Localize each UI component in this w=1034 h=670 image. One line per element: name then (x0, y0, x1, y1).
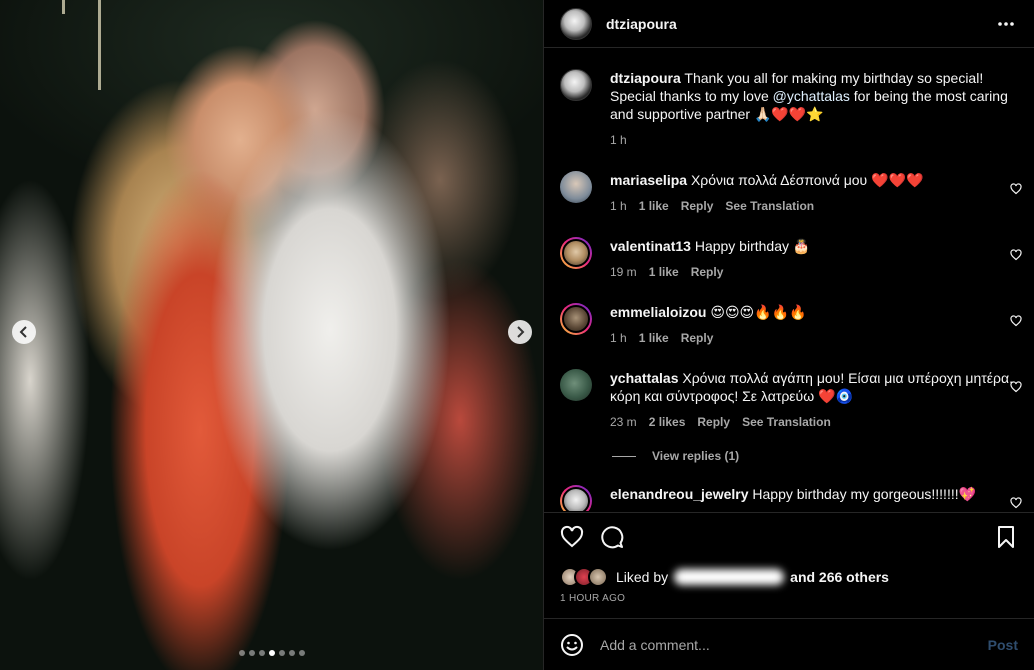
comment-timestamp[interactable]: 19 m (610, 263, 637, 281)
carousel-dot (248, 650, 255, 656)
redacted-username (674, 569, 785, 585)
carousel-dot (298, 650, 305, 656)
see-translation-button[interactable]: See Translation (742, 413, 831, 431)
post-side-panel: dtziapoura dtziapoura Thank you all for … (543, 0, 1034, 670)
more-icon (998, 21, 1014, 26)
likes-count-link[interactable]: and 266 others (790, 569, 889, 585)
comment-likes-count[interactable]: 1 like (639, 197, 669, 215)
reply-button[interactable]: Reply (681, 329, 714, 347)
author-avatar[interactable] (560, 7, 592, 40)
carousel-indicator (0, 650, 543, 656)
like-comment-heart-icon[interactable] (1010, 381, 1022, 393)
string-light (98, 0, 101, 90)
likes-summary[interactable]: Liked by and 266 others (560, 567, 1018, 587)
view-replies-button[interactable]: View replies (1) (612, 449, 739, 463)
commenter-avatar[interactable] (560, 485, 592, 511)
post-header: dtziapoura (544, 0, 1034, 48)
comment-username[interactable]: valentinat13 (610, 238, 691, 254)
comment: mariaselipa Χρόνια πολλά Δέσποινά μου ❤️… (560, 171, 1022, 215)
comment-text: 😍😍😍🔥🔥🔥 (710, 304, 807, 320)
emoji-icon[interactable] (560, 633, 584, 657)
comment-username[interactable]: ychattalas (610, 370, 678, 386)
caption-username[interactable]: dtziapoura (610, 70, 681, 86)
carousel-dot (258, 650, 265, 656)
reply-button[interactable]: Reply (681, 197, 714, 215)
comment-likes-count[interactable]: 2 likes (649, 413, 686, 431)
see-translation-button[interactable]: See Translation (725, 197, 814, 215)
save-bookmark-icon[interactable] (994, 525, 1018, 549)
string-light (62, 0, 65, 14)
carousel-dot (278, 650, 285, 656)
comment-text: Happy birthday my gorgeous!!!!!!!💖 (752, 486, 977, 502)
comment-username[interactable]: elenandreou_jewelry (610, 486, 749, 502)
carousel-dot (288, 650, 295, 656)
like-comment-heart-icon[interactable] (1010, 249, 1022, 261)
liker-avatar (588, 567, 608, 587)
next-photo-button[interactable] (508, 320, 532, 344)
comment-timestamp[interactable]: 1 h (610, 329, 627, 347)
comment-text: Χρόνια πολλά Δέσποινά μου ❤️❤️❤️ (690, 172, 924, 188)
carousel-dot (268, 650, 275, 656)
comment: ychattalas Χρόνια πολλά αγάπη μου! Είσαι… (560, 369, 1022, 431)
carousel-dot (238, 650, 245, 656)
post-comment-button[interactable]: Post (988, 637, 1018, 653)
liker-avatars (560, 567, 608, 587)
comment-username[interactable]: mariaselipa (610, 172, 687, 188)
comment-text: Happy birthday 🎂 (694, 238, 811, 254)
post-actions: Liked by and 266 others 1 HOUR AGO (544, 512, 1034, 604)
comments-list[interactable]: dtziapoura Thank you all for making my b… (544, 49, 1034, 511)
view-replies-line (612, 455, 636, 457)
like-comment-heart-icon[interactable] (1010, 315, 1022, 327)
comment: valentinat13 Happy birthday 🎂 19 m 1 lik… (560, 237, 1022, 281)
author-username[interactable]: dtziapoura (606, 16, 994, 32)
commenter-avatar[interactable] (560, 171, 592, 203)
caption-timestamp[interactable]: 1 h (610, 131, 627, 149)
post-photo[interactable] (0, 0, 543, 670)
chevron-left-icon (19, 326, 27, 338)
comment-timestamp[interactable]: 23 m (610, 413, 637, 431)
comment: elenandreou_jewelry Happy birthday my go… (560, 485, 1022, 511)
reply-button[interactable]: Reply (691, 263, 724, 281)
comment-likes-count[interactable]: 1 like (649, 263, 679, 281)
view-replies-label: View replies (1) (652, 449, 740, 463)
more-options-button[interactable] (994, 12, 1018, 36)
comment: emmelialoizou 😍😍😍🔥🔥🔥 1 h 1 like Reply (560, 303, 1022, 347)
instagram-post-modal: dtziapoura dtziapoura Thank you all for … (0, 0, 1034, 670)
comment-bubble-icon[interactable] (600, 525, 624, 549)
reply-button[interactable]: Reply (697, 413, 730, 431)
comment-username[interactable]: emmelialoizou (610, 304, 706, 320)
caption-mention-link[interactable]: @ychattalas (773, 88, 850, 104)
comment-timestamp[interactable]: 1 h (610, 197, 627, 215)
author-avatar[interactable] (560, 69, 592, 101)
add-comment-input[interactable] (600, 636, 988, 653)
chevron-right-icon (517, 326, 525, 338)
like-heart-icon[interactable] (560, 525, 584, 549)
previous-photo-button[interactable] (12, 320, 36, 344)
add-comment-bar: Post (544, 618, 1034, 670)
comment-likes-count[interactable]: 1 like (639, 329, 669, 347)
commenter-avatar[interactable] (560, 369, 592, 401)
post-timestamp[interactable]: 1 HOUR AGO (560, 593, 1018, 604)
commenter-avatar[interactable] (560, 303, 592, 335)
like-comment-heart-icon[interactable] (1010, 183, 1022, 195)
liked-by-label: Liked by (616, 569, 669, 585)
caption: dtziapoura Thank you all for making my b… (560, 69, 1022, 149)
commenter-avatar[interactable] (560, 237, 592, 269)
like-comment-heart-icon[interactable] (1010, 497, 1022, 509)
